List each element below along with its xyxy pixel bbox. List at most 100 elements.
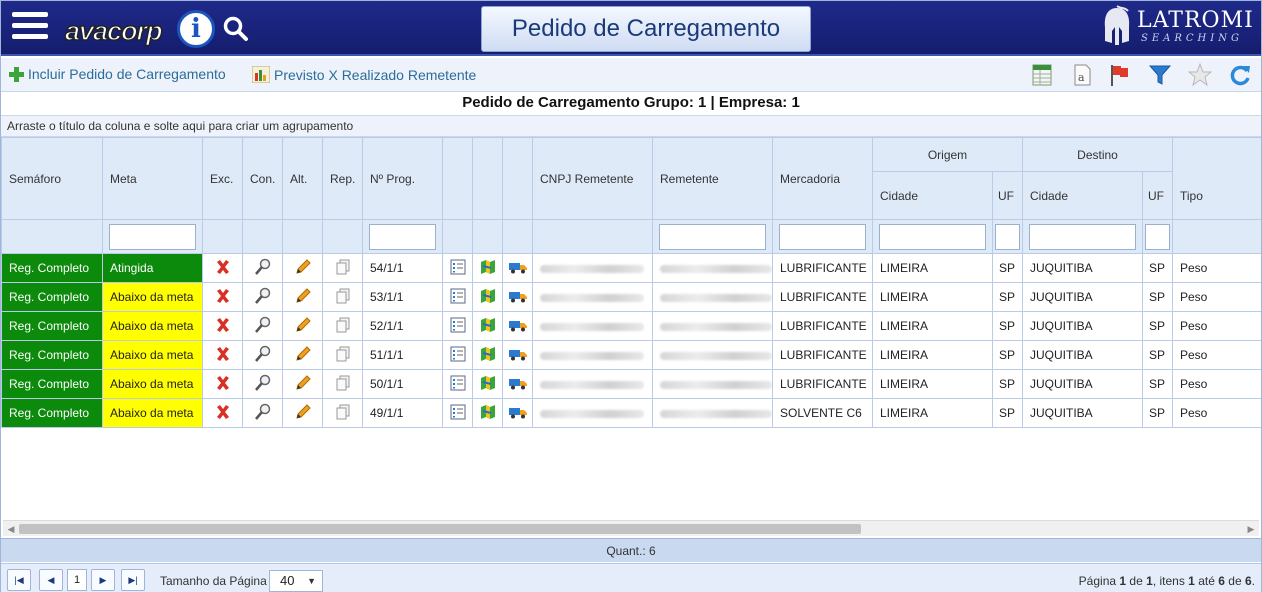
copy-pages-icon[interactable] — [322, 398, 363, 428]
checklist-icon[interactable] — [442, 340, 473, 370]
map-icon[interactable] — [472, 282, 503, 312]
map-icon[interactable] — [472, 398, 503, 428]
col-header-con[interactable]: Con. — [242, 137, 283, 220]
magnifier-icon[interactable] — [242, 311, 283, 341]
copy-pages-icon[interactable] — [322, 253, 363, 283]
col-header-alt[interactable]: Alt. — [282, 137, 323, 220]
filter-funnel-icon[interactable] — [1147, 62, 1173, 88]
col-header-origem-uf[interactable]: UF — [992, 171, 1023, 220]
delete-x-icon[interactable] — [202, 282, 243, 312]
filter-input-mercadoria[interactable] — [779, 223, 866, 250]
last-page-icon[interactable]: ▶| — [121, 569, 145, 591]
filter-input-destino-uf[interactable] — [1145, 223, 1170, 250]
first-page-icon[interactable]: |◀ — [7, 569, 31, 591]
delete-x-icon[interactable] — [202, 369, 243, 399]
checklist-icon[interactable] — [442, 398, 473, 428]
checklist-icon[interactable] — [442, 311, 473, 341]
flag-icon[interactable] — [1107, 62, 1133, 88]
truck-icon[interactable] — [502, 398, 533, 428]
map-icon[interactable] — [472, 340, 503, 370]
pencil-icon[interactable] — [282, 282, 323, 312]
magnifier-icon[interactable] — [242, 282, 283, 312]
filter-input-origem-cidade[interactable] — [879, 223, 986, 250]
horizontal-scrollbar[interactable]: ◀ ▶ — [3, 520, 1259, 536]
scroll-left-arrow-icon[interactable]: ◀ — [6, 524, 16, 534]
delete-x-icon[interactable] — [202, 311, 243, 341]
checklist-icon[interactable] — [442, 369, 473, 399]
col-header-mercadoria[interactable]: Mercadoria — [772, 137, 873, 220]
table-row[interactable]: Reg. Completo Atingida 54/1/1 LUBRIFICANTE L… — [1, 253, 1261, 283]
magnifier-icon[interactable] — [242, 398, 283, 428]
refresh-icon[interactable] — [1227, 62, 1253, 88]
menu-hamburger-icon[interactable] — [12, 12, 48, 44]
delete-x-icon[interactable] — [202, 340, 243, 370]
pencil-icon[interactable] — [282, 398, 323, 428]
cell-cnpj-redacted — [532, 253, 653, 283]
copy-pages-icon[interactable] — [322, 340, 363, 370]
page-size-select[interactable]: 40 ▼ — [269, 570, 323, 592]
truck-icon[interactable] — [502, 340, 533, 370]
include-order-button[interactable]: Incluir Pedido de Carregamento — [9, 66, 226, 82]
col-header-map[interactable] — [472, 137, 503, 220]
map-icon[interactable] — [472, 369, 503, 399]
table-row[interactable]: Reg. Completo Abaixo da meta 50/1/1 LUBRIFI… — [1, 369, 1261, 399]
avacorp-logo[interactable]: avacorp i — [64, 8, 215, 59]
col-header-remetente[interactable]: Remetente — [652, 137, 773, 220]
export-excel-icon[interactable] — [1029, 62, 1055, 88]
delete-x-icon[interactable] — [202, 253, 243, 283]
delete-x-icon[interactable] — [202, 398, 243, 428]
table-row[interactable]: Reg. Completo Abaixo da meta 53/1/1 LUBRIFI… — [1, 282, 1261, 312]
forecast-vs-actual-button[interactable]: Previsto X Realizado Remetente — [252, 66, 476, 83]
col-header-meta[interactable]: Meta — [102, 137, 203, 220]
map-icon[interactable] — [472, 253, 503, 283]
report-document-icon[interactable]: a — [1069, 62, 1095, 88]
next-page-icon[interactable]: ▶ — [91, 569, 115, 591]
col-header-destino-uf[interactable]: UF — [1142, 171, 1173, 220]
copy-pages-icon[interactable] — [322, 282, 363, 312]
col-header-semaforo[interactable]: Semáforo — [1, 137, 103, 220]
table-row[interactable]: Reg. Completo Abaixo da meta 49/1/1 SOLVENT… — [1, 398, 1261, 428]
checklist-icon[interactable] — [442, 282, 473, 312]
copy-pages-icon[interactable] — [322, 369, 363, 399]
col-header-exc[interactable]: Exc. — [202, 137, 243, 220]
pencil-icon[interactable] — [282, 340, 323, 370]
pencil-icon[interactable] — [282, 311, 323, 341]
col-header-tipo[interactable]: Tipo — [1172, 137, 1261, 220]
cell-destino-uf: SP — [1142, 369, 1173, 399]
checklist-icon[interactable] — [442, 253, 473, 283]
col-header-details[interactable] — [442, 137, 473, 220]
filter-input-nprog[interactable] — [369, 223, 436, 250]
filter-input-destino-cidade[interactable] — [1029, 223, 1136, 250]
page-number-button[interactable]: 1 — [67, 569, 87, 591]
col-header-nprog[interactable]: Nº Prog. — [362, 137, 443, 220]
pencil-icon[interactable] — [282, 253, 323, 283]
filter-input-origem-uf[interactable] — [995, 223, 1020, 250]
scroll-right-arrow-icon[interactable]: ▶ — [1246, 524, 1256, 534]
magnifier-icon[interactable] — [242, 369, 283, 399]
truck-icon[interactable] — [502, 311, 533, 341]
pencil-icon[interactable] — [282, 369, 323, 399]
map-icon[interactable] — [472, 311, 503, 341]
truck-icon[interactable] — [502, 282, 533, 312]
favorite-star-icon[interactable] — [1187, 62, 1213, 88]
col-header-rep[interactable]: Rep. — [322, 137, 363, 220]
table-row[interactable]: Reg. Completo Abaixo da meta 51/1/1 LUBRIFI… — [1, 340, 1261, 370]
prev-page-icon[interactable]: ◀ — [39, 569, 63, 591]
table-row[interactable]: Reg. Completo Abaixo da meta 52/1/1 LUBRIFI… — [1, 311, 1261, 341]
truck-icon[interactable] — [502, 253, 533, 283]
group-drop-area[interactable]: Arraste o título da coluna e solte aqui … — [1, 115, 1261, 137]
cell-cnpj-redacted — [532, 398, 653, 428]
col-header-cnpj[interactable]: CNPJ Remetente — [532, 137, 653, 220]
search-icon[interactable] — [223, 16, 249, 42]
copy-pages-icon[interactable] — [322, 311, 363, 341]
cell-meta: Abaixo da meta — [102, 340, 203, 370]
col-header-truck[interactable] — [502, 137, 533, 220]
truck-icon[interactable] — [502, 369, 533, 399]
magnifier-icon[interactable] — [242, 253, 283, 283]
filter-input-remetente[interactable] — [659, 223, 766, 250]
col-header-destino-cidade[interactable]: Cidade — [1022, 171, 1143, 220]
magnifier-icon[interactable] — [242, 340, 283, 370]
scrollbar-thumb[interactable] — [19, 524, 861, 534]
filter-input-meta[interactable] — [109, 223, 196, 250]
col-header-origem-cidade[interactable]: Cidade — [872, 171, 993, 220]
